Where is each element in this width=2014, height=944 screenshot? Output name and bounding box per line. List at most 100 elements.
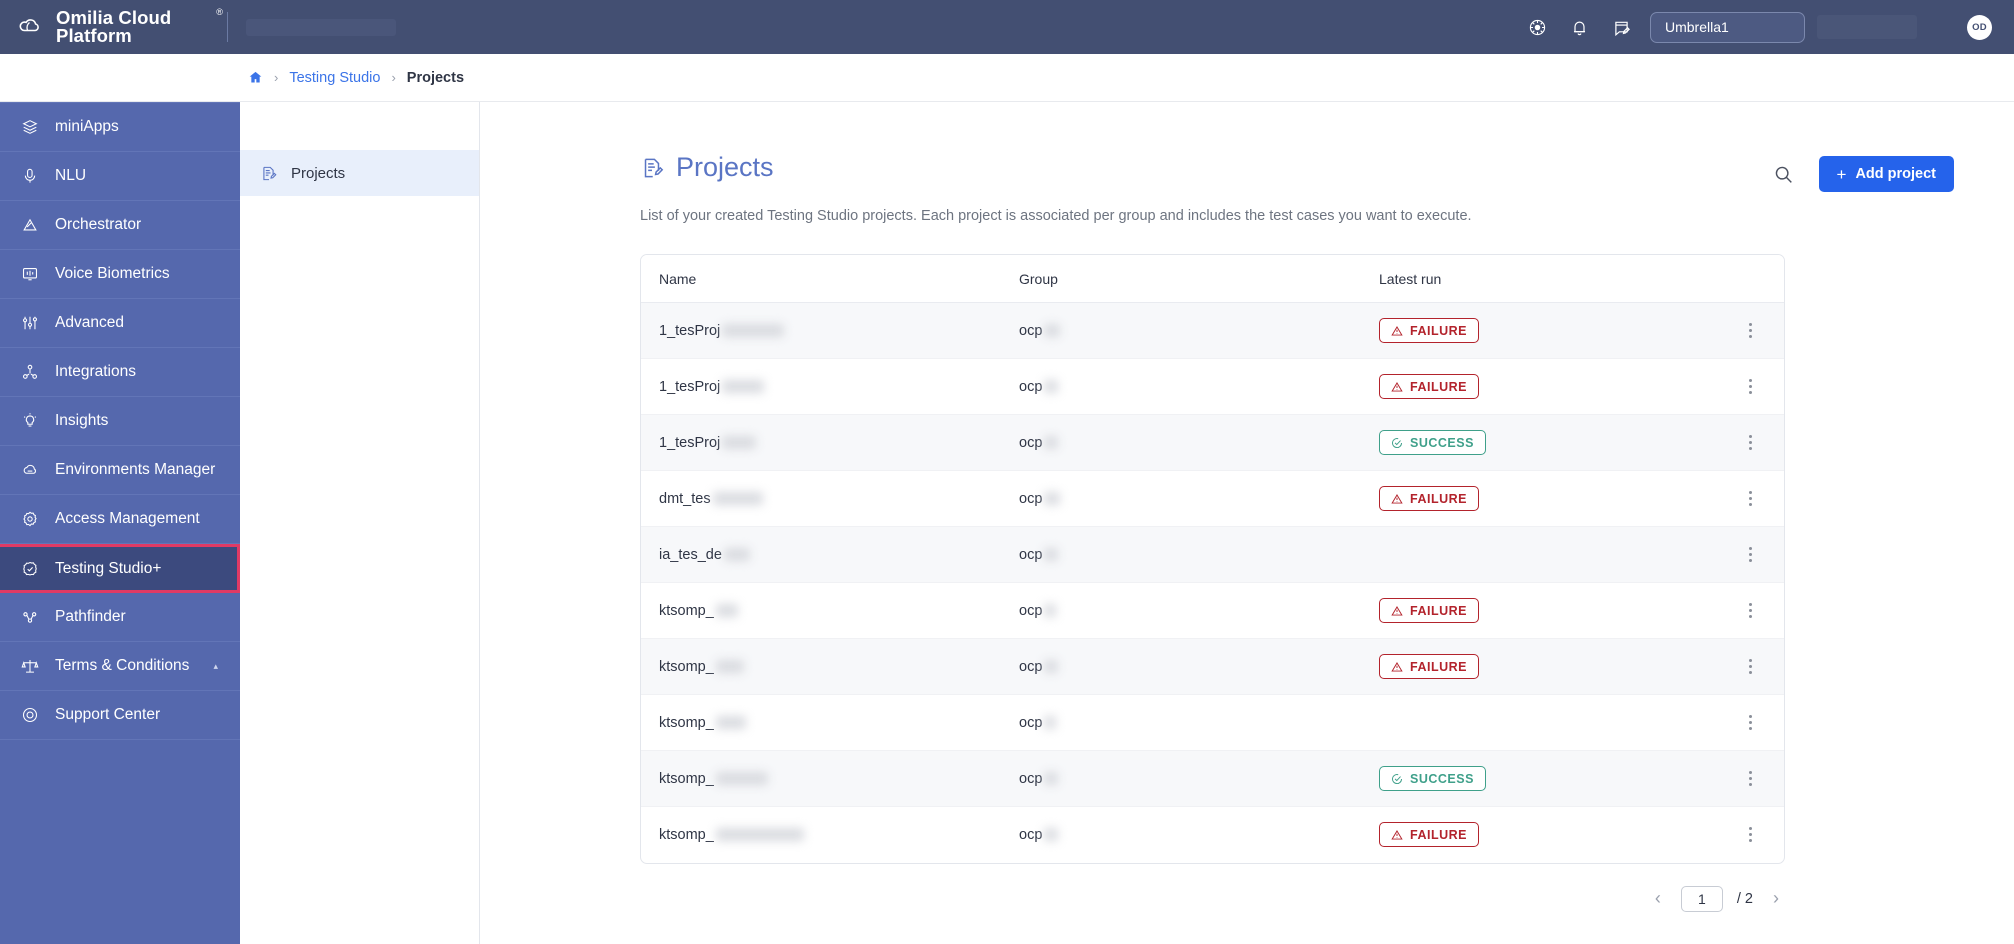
lifebuoy-icon <box>20 706 39 725</box>
sidebar-item-insights[interactable]: Insights <box>0 397 240 446</box>
cell-actions <box>1721 751 1785 807</box>
sidebar-item-orchestrator[interactable]: Orchestrator <box>0 201 240 250</box>
sidebar-item-testing-studio[interactable]: Testing Studio+ <box>0 544 240 593</box>
kebab-menu-icon[interactable] <box>1739 765 1761 792</box>
warning-triangle-icon <box>1391 325 1403 337</box>
avatar[interactable]: OD <box>1967 15 1992 40</box>
project-name: ktsomp_ <box>659 603 714 619</box>
cell-group: ocp <box>1001 695 1361 751</box>
table-row[interactable]: ktsomp_ ocp FAILURE <box>641 583 1785 639</box>
warning-triangle-icon <box>1391 493 1403 505</box>
search-icon[interactable] <box>1771 161 1797 187</box>
sidebar-item-pathfinder[interactable]: Pathfinder <box>0 593 240 642</box>
topbar-actions: Umbrella1 OD <box>1516 6 2014 48</box>
bell-icon[interactable] <box>1558 6 1600 48</box>
cell-actions <box>1721 471 1785 527</box>
home-icon[interactable] <box>248 70 263 85</box>
cell-latest-run: SUCCESS <box>1361 751 1721 807</box>
sidebar-item-support-center[interactable]: Support Center <box>0 691 240 740</box>
sidebar-item-advanced[interactable]: Advanced <box>0 299 240 348</box>
kebab-menu-icon[interactable] <box>1739 373 1761 400</box>
cell-group: ocp <box>1001 583 1361 639</box>
app-root: Omilia Cloud Platform® <box>0 0 2014 944</box>
kebab-menu-icon[interactable] <box>1739 317 1761 344</box>
redacted-name-block <box>722 380 764 393</box>
table-header-row: Name Group Latest run <box>641 255 1785 303</box>
sidebar-label: miniApps <box>55 118 119 136</box>
group-name: ocp <box>1019 827 1042 843</box>
kebab-menu-icon[interactable] <box>1739 541 1761 568</box>
cell-latest-run: FAILURE <box>1361 807 1721 863</box>
chevron-left-icon[interactable]: ‹ <box>1649 886 1667 911</box>
redacted-name-block <box>713 492 763 505</box>
cell-group: ocp <box>1001 527 1361 583</box>
sidebar-item-integrations[interactable]: Integrations <box>0 348 240 397</box>
microphone-icon <box>20 167 39 186</box>
page-number-input[interactable]: 1 <box>1681 886 1723 912</box>
flow-triangle-icon <box>20 216 39 235</box>
chevron-right-icon[interactable]: › <box>1767 886 1785 911</box>
sidebar-item-environments-manager[interactable]: Environments Manager <box>0 446 240 495</box>
cell-name: 1_tesProj <box>641 303 1001 359</box>
group-name: ocp <box>1019 491 1042 507</box>
subnav-label: Projects <box>291 165 345 182</box>
cell-group: ocp <box>1001 751 1361 807</box>
breadcrumb-link-testing-studio[interactable]: Testing Studio <box>289 70 380 86</box>
page-title-group: Projects <box>640 152 774 183</box>
table-row[interactable]: ktsomp_ocpSUCCESS <box>641 751 1785 807</box>
kebab-menu-icon[interactable] <box>1739 821 1761 848</box>
warning-triangle-icon <box>1391 381 1403 393</box>
add-project-button[interactable]: + Add project <box>1819 156 1955 192</box>
sidebar-item-miniapps[interactable]: miniApps <box>0 103 240 152</box>
kebab-menu-icon[interactable] <box>1739 429 1761 456</box>
topbar-placeholder <box>246 19 396 36</box>
registered-mark: ® <box>216 8 223 17</box>
kebab-menu-icon[interactable] <box>1739 485 1761 512</box>
table-row[interactable]: 1_tesProjocpSUCCESS <box>641 415 1785 471</box>
environment-selector[interactable]: Umbrella1 <box>1650 12 1805 43</box>
redacted-group-block <box>1044 492 1060 505</box>
check-circle-icon <box>1391 773 1403 785</box>
subnav-item-projects[interactable]: Projects <box>240 150 479 196</box>
cell-name: ktsomp_ <box>641 583 1001 639</box>
cell-group: ocp <box>1001 471 1361 527</box>
page-header: Projects + <box>640 152 1954 192</box>
projects-page: Projects + <box>480 102 2014 912</box>
sliders-icon <box>20 314 39 333</box>
cell-name: ktsomp_ <box>641 695 1001 751</box>
table-row[interactable]: ktsomp_ocp <box>641 695 1785 751</box>
sidebar-label: Support Center <box>55 706 160 724</box>
table-row[interactable]: 1_tesProjocpFAILURE <box>641 303 1785 359</box>
redacted-name-block <box>716 660 744 673</box>
projects-table: Name Group Latest run 1_tesProjocpFAILUR… <box>641 255 1785 863</box>
redacted-group-block <box>1044 436 1058 449</box>
kebab-menu-icon[interactable] <box>1739 653 1761 680</box>
note-edit-icon[interactable] <box>1600 6 1642 48</box>
table-row[interactable]: ktsomp_ocpFAILURE <box>641 639 1785 695</box>
cloud-icon <box>17 14 43 40</box>
sidebar-item-nlu[interactable]: NLU <box>0 152 240 201</box>
sidebar-item-terms-conditions[interactable]: Terms & Conditions ▴ <box>0 642 240 691</box>
brand[interactable]: Omilia Cloud Platform® <box>0 9 223 46</box>
cell-actions <box>1721 527 1785 583</box>
status-text: FAILURE <box>1410 604 1467 618</box>
sidebar-item-access-management[interactable]: Access Management <box>0 495 240 544</box>
kebab-menu-icon[interactable] <box>1739 709 1761 736</box>
kebab-menu-icon[interactable] <box>1739 597 1761 624</box>
cell-group: ocp <box>1001 359 1361 415</box>
column-header-name: Name <box>641 255 1001 303</box>
status-text: FAILURE <box>1410 828 1467 842</box>
table-row[interactable]: dmt_tesocpFAILURE <box>641 471 1785 527</box>
cell-actions <box>1721 415 1785 471</box>
table-row[interactable]: 1_tesProjocpFAILURE <box>641 359 1785 415</box>
table-row[interactable]: ia_tes_de ocp <box>641 527 1785 583</box>
sidebar-item-voice-biometrics[interactable]: Voice Biometrics <box>0 250 240 299</box>
chevron-up-icon[interactable]: ▴ <box>213 661 218 672</box>
table-head: Name Group Latest run <box>641 255 1785 303</box>
check-circle-icon <box>1391 437 1403 449</box>
group-name: ocp <box>1019 435 1042 451</box>
cell-actions <box>1721 303 1785 359</box>
table-row[interactable]: ktsomp_ocpFAILURE <box>641 807 1785 863</box>
project-name: ia_tes_de <box>659 547 722 563</box>
settings-wheel-icon[interactable] <box>1516 6 1558 48</box>
